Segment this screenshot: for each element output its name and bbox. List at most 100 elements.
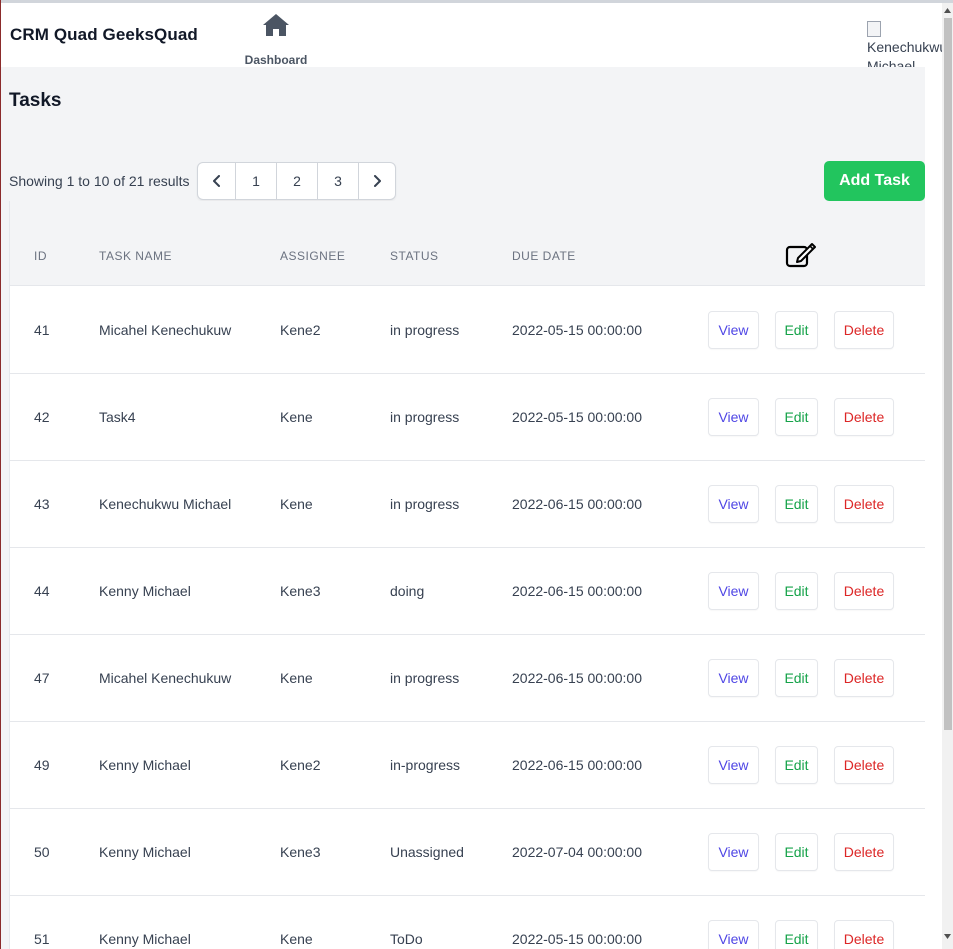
- cell-id: 42: [34, 409, 50, 425]
- cell-assignee: Kene: [280, 931, 313, 947]
- scrollbar-thumb[interactable]: [944, 18, 952, 730]
- cell-due-date: 2022-07-04 00:00:00: [512, 844, 642, 860]
- table-top-strip: [10, 201, 925, 224]
- table-header: ID TASK NAME ASSIGNEE STATUS DUE DATE: [10, 224, 925, 286]
- pagination: 1 2 3: [197, 162, 396, 200]
- delete-button[interactable]: Delete: [834, 746, 894, 784]
- user-avatar[interactable]: Kenechukwu Michael: [867, 19, 943, 73]
- view-button[interactable]: View: [708, 485, 759, 523]
- cell-status: ToDo: [390, 931, 423, 947]
- edit-icon: [785, 243, 816, 268]
- cell-assignee: Kene: [280, 409, 313, 425]
- edit-button[interactable]: Edit: [775, 398, 818, 436]
- cell-task-name: Kenechukwu Michael: [99, 496, 232, 512]
- header-due-date: DUE DATE: [512, 249, 576, 263]
- cell-id: 51: [34, 931, 50, 947]
- cell-status: in progress: [390, 322, 460, 338]
- add-task-button[interactable]: Add Task: [824, 161, 925, 201]
- cell-id: 44: [34, 583, 50, 599]
- view-button[interactable]: View: [708, 659, 759, 697]
- scroll-down-arrow-icon[interactable]: [943, 932, 952, 941]
- cell-id: 47: [34, 670, 50, 686]
- table-row: 43 Kenechukwu Michael Kene in progress 2022-…: [10, 461, 925, 548]
- cell-task-name: Kenny Michael: [99, 931, 191, 947]
- header-id: ID: [34, 249, 47, 263]
- edit-button[interactable]: Edit: [775, 746, 818, 784]
- brand-title: CRM Quad GeeksQuad: [10, 25, 198, 44]
- cell-task-name: Micahel Kenechukuw: [99, 670, 232, 686]
- delete-button[interactable]: Delete: [834, 572, 894, 610]
- cell-task-name: Kenny Michael: [99, 757, 191, 773]
- table-row: 51 Kenny Michael Kene ToDo 2022-05-15 00:00:…: [10, 896, 925, 949]
- cell-status: doing: [390, 583, 425, 599]
- cell-assignee: Kene3: [280, 583, 321, 599]
- tasks-table: ID TASK NAME ASSIGNEE STATUS DUE DATE 41…: [9, 201, 925, 949]
- cell-task-name: Micahel Kenechukuw: [99, 322, 232, 338]
- view-button[interactable]: View: [708, 311, 759, 349]
- main-content: Tasks Showing 1 to 10 of 21 results 1 2 …: [1, 67, 925, 949]
- chevron-right-icon: [374, 175, 381, 187]
- nav-dashboard-label: Dashboard: [244, 53, 308, 67]
- pagination-prev-button[interactable]: [198, 163, 235, 199]
- top-navbar: CRM Quad GeeksQuad Dashboard Kenechukwu …: [1, 3, 943, 73]
- delete-button[interactable]: Delete: [834, 659, 894, 697]
- pagination-page-2[interactable]: 2: [276, 163, 317, 199]
- cell-status: in-progress: [390, 757, 461, 773]
- edit-button[interactable]: Edit: [775, 485, 818, 523]
- cell-due-date: 2022-06-15 00:00:00: [512, 757, 642, 773]
- cell-task-name: Task4: [99, 409, 136, 425]
- view-button[interactable]: View: [708, 746, 759, 784]
- cell-assignee: Kene3: [280, 844, 321, 860]
- cell-id: 50: [34, 844, 50, 860]
- cell-status: in progress: [390, 670, 460, 686]
- cell-status: Unassigned: [390, 844, 464, 860]
- table-row: 42 Task4 Kene in progress 2022-05-15 00:00:0…: [10, 374, 925, 461]
- cell-task-name: Kenny Michael: [99, 583, 191, 599]
- view-button[interactable]: View: [708, 833, 759, 871]
- delete-button[interactable]: Delete: [834, 398, 894, 436]
- scroll-up-arrow-icon[interactable]: [943, 6, 952, 15]
- delete-button[interactable]: Delete: [834, 485, 894, 523]
- cell-due-date: 2022-06-15 00:00:00: [512, 496, 642, 512]
- view-button[interactable]: View: [708, 920, 759, 949]
- delete-button[interactable]: Delete: [834, 833, 894, 871]
- cell-assignee: Kene2: [280, 322, 321, 338]
- view-button[interactable]: View: [708, 398, 759, 436]
- cell-due-date: 2022-05-15 00:00:00: [512, 409, 642, 425]
- cell-assignee: Kene: [280, 496, 313, 512]
- delete-button[interactable]: Delete: [834, 311, 894, 349]
- delete-button[interactable]: Delete: [834, 920, 894, 949]
- cell-due-date: 2022-05-15 00:00:00: [512, 931, 642, 947]
- edit-button[interactable]: Edit: [775, 659, 818, 697]
- table-row: 47 Micahel Kenechukuw Kene in progress 2022-…: [10, 635, 925, 722]
- cell-task-name: Kenny Michael: [99, 844, 191, 860]
- pagination-next-button[interactable]: [358, 163, 395, 199]
- cell-assignee: Kene2: [280, 757, 321, 773]
- pagination-page-3[interactable]: 3: [317, 163, 358, 199]
- chevron-left-icon: [212, 175, 220, 187]
- cell-due-date: 2022-06-15 00:00:00: [512, 670, 642, 686]
- cell-due-date: 2022-06-15 00:00:00: [512, 583, 642, 599]
- cell-due-date: 2022-05-15 00:00:00: [512, 322, 642, 338]
- broken-image-icon: [867, 21, 881, 37]
- home-icon: [263, 14, 289, 36]
- table-row: 49 Kenny Michael Kene2 in-progress 2022-06-1…: [10, 722, 925, 809]
- edit-button[interactable]: Edit: [775, 572, 818, 610]
- view-button[interactable]: View: [708, 572, 759, 610]
- cell-id: 41: [34, 322, 50, 338]
- page-title: Tasks: [9, 90, 62, 111]
- header-task-name: TASK NAME: [99, 249, 172, 263]
- cell-id: 43: [34, 496, 50, 512]
- pagination-page-1[interactable]: 1: [235, 163, 276, 199]
- cell-status: in progress: [390, 409, 460, 425]
- table-row: 50 Kenny Michael Kene3 Unassigned 2022-07-04…: [10, 809, 925, 896]
- edit-button[interactable]: Edit: [775, 311, 818, 349]
- edit-button[interactable]: Edit: [775, 920, 818, 949]
- nav-dashboard-link[interactable]: Dashboard: [241, 11, 311, 67]
- results-summary: Showing 1 to 10 of 21 results: [9, 173, 190, 189]
- edit-button[interactable]: Edit: [775, 833, 818, 871]
- cell-assignee: Kene: [280, 670, 313, 686]
- cell-status: in progress: [390, 496, 460, 512]
- cell-id: 49: [34, 757, 50, 773]
- header-status: STATUS: [390, 249, 439, 263]
